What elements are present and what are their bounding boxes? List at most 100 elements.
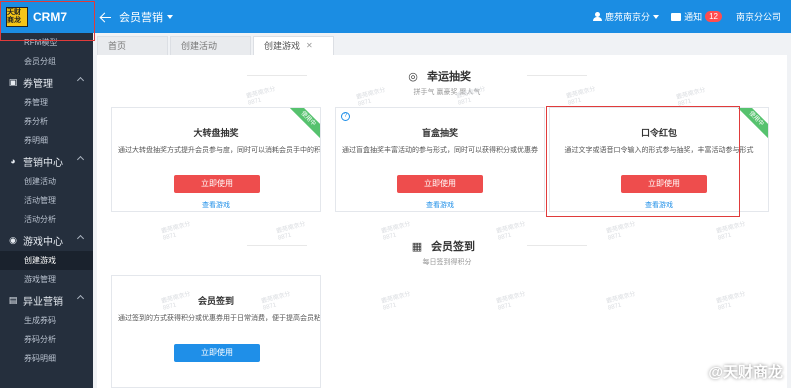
caret-down-icon [653,14,660,19]
divider [247,75,307,76]
divider [527,75,587,76]
section-title-sign-in: ▦ 会员签到 [411,238,475,254]
card-password-red-packet: 使用中 口令红包 通过文字或语音口令输入的形式参与抽奖，丰富活动参与形式 立即使… [549,107,769,212]
sidebar-item-generate-code[interactable]: 生成券码 [0,311,93,330]
sidebar-item-member-group[interactable]: 会员分组 [0,52,93,71]
tab-label: 创建游戏 [264,41,301,51]
sidebar-item-code-detail[interactable]: 券码明细 [0,349,93,368]
card-description: 通过文字或语音口令输入的形式参与抽奖，丰富活动参与形式 [564,147,754,154]
tab-label: 首页 [108,41,127,51]
sidebar-group-label: 券管理 [23,78,53,90]
notice-count-badge: 12 [705,11,722,22]
sidebar-group-cross-marketing[interactable]: ▤ 异业营销 [0,289,93,311]
company-name[interactable]: 南京分公司 [736,10,781,23]
use-now-button[interactable]: 立即使用 [397,175,483,193]
calendar-check-icon: ▦ [411,240,423,253]
card-description: 通过大转盘抽奖方式提升会员参与度，同时可以消耗会员手中的积分 [118,147,320,154]
notification-button[interactable]: 通知 12 [671,10,722,23]
sidebar-group-marketing[interactable]: ◕ 营销中心 [0,150,93,172]
caret-down-icon [167,14,173,19]
watermark: 鹿苑南京分 8871 [605,221,637,242]
brand-circle-icon [686,362,705,381]
user-icon [593,12,603,21]
watermark: 鹿苑南京分 8871 [715,291,747,312]
card-title: 盲盒抽奖 [421,128,458,138]
brand-logo-icon: 天财商龙 [6,6,28,27]
chevron-up-icon [76,155,85,164]
module-selector[interactable]: 会员营销 [119,9,173,25]
watermark: 鹿苑南京分 8871 [380,291,412,312]
card-wheel-draw: 使用中 大转盘抽奖 通过大转盘抽奖方式提升会员参与度，同时可以消耗会员手中的积分… [111,107,321,212]
section-title-text: 会员签到 [431,241,475,253]
corner-brand-text: @天财商龙 [708,364,783,381]
tab-home[interactable]: 首页 [97,36,168,55]
sidebar-item-code-analysis[interactable]: 券码分析 [0,330,93,349]
sidebar-item-create-game[interactable]: 创建游戏 [0,251,93,270]
card-blind-box-draw: ? 盲盒抽奖 通过盲盒抽奖丰富活动的参与形式，同时可以获得积分或优惠券 立即使用… [335,107,545,212]
view-game-link[interactable]: 查看游戏 [336,200,544,210]
coupon-icon: ▣ [8,76,18,87]
notice-label: 通知 [684,12,703,22]
card-title: 口令红包 [640,128,677,138]
view-game-link[interactable]: 查看游戏 [112,200,320,210]
gamepad-icon: ◉ [9,234,17,245]
app-name: CRM7 [33,9,68,24]
sidebar-item-coupon-analysis[interactable]: 券分析 [0,112,93,131]
divider [247,245,307,246]
use-now-button[interactable]: 立即使用 [174,344,260,362]
sidebar: 天财商龙 CRM7 RFM模型 会员分组 ▣ 券管理 券管理 券分析 券明细 ◕… [0,0,93,388]
sidebar-group-game[interactable]: ◉ 游戏中心 [0,229,93,251]
sidebar-item-activity-manage[interactable]: 活动管理 [0,191,93,210]
chevron-up-icon [76,234,85,243]
view-game-link[interactable]: 查看游戏 [550,200,768,210]
watermark: 鹿苑南京分 8871 [245,86,277,107]
sidebar-group-label: 营销中心 [23,157,63,169]
watermark: 鹿苑南京分 8871 [275,221,307,242]
sidebar-item-activity-analysis[interactable]: 活动分析 [0,210,93,229]
sidebar-item-coupon-detail[interactable]: 券明细 [0,131,93,150]
sidebar-group-coupon[interactable]: ▣ 券管理 [0,71,93,93]
section-title-text: 幸运抽奖 [427,71,471,83]
shop-icon: ▤ [8,294,18,305]
divider [527,245,587,246]
pie-chart-icon: ◕ [10,156,16,166]
tab-create-activity[interactable]: 创建活动 [170,36,251,55]
watermark: 鹿苑南京分 8871 [715,221,747,242]
watermark: 鹿苑南京分 8871 [160,221,192,242]
top-bar-right: 鹿苑南京分 通知 12 南京分公司 [593,10,781,23]
card-title: 大转盘抽奖 [193,128,239,138]
watermark: 鹿苑南京分 8871 [380,221,412,242]
chevron-up-icon [76,76,85,85]
tab-create-game[interactable]: 创建游戏 ✕ [253,36,334,55]
close-icon[interactable]: ✕ [306,37,313,55]
main-content: 首页 创建活动 创建游戏 ✕ ◎ 幸运抽奖 拼手气 赢豪奖 聚人气 使用中 大转… [93,33,791,388]
card-description: 通过签到的方式获得积分或优惠券用于日常消费，便于提高会员粘性 [118,315,320,322]
app-logo[interactable]: 天财商龙 CRM7 [0,0,93,33]
target-icon: ◎ [408,70,418,83]
use-now-button[interactable]: 立即使用 [174,175,260,193]
card-description: 通过盲盒抽奖丰富活动的参与形式，同时可以获得积分或优惠券 [342,147,538,154]
sidebar-item-create-activity[interactable]: 创建活动 [0,172,93,191]
tab-label: 创建活动 [181,41,218,51]
tab-bar: 首页 创建活动 创建游戏 ✕ [93,33,791,55]
use-now-button[interactable]: 立即使用 [621,175,707,193]
chevron-up-icon [76,294,85,303]
section-subtitle: 每日签到得积分 [422,259,472,266]
sidebar-group-label: 异业营销 [23,296,63,308]
watermark: 鹿苑南京分 8871 [565,86,597,107]
watermark: 鹿苑南京分 8871 [495,221,527,242]
module-label: 会员营销 [119,11,163,24]
corner-brand-watermark: @天财商龙 [686,361,783,382]
user-menu[interactable]: 鹿苑南京分 [593,10,660,23]
help-icon[interactable]: ? [341,112,350,121]
sidebar-item-game-manage[interactable]: 游戏管理 [0,270,93,289]
sidebar-item-rfm-model[interactable]: RFM模型 [0,33,93,52]
watermark: 鹿苑南京分 8871 [605,291,637,312]
sidebar-item-coupon-manage[interactable]: 券管理 [0,93,93,112]
user-name: 鹿苑南京分 [605,12,651,22]
game-panel: ◎ 幸运抽奖 拼手气 赢豪奖 聚人气 使用中 大转盘抽奖 通过大转盘抽奖方式提升… [97,55,787,388]
section-title-lucky-draw: ◎ 幸运抽奖 [407,68,471,84]
top-bar: 会员营销 鹿苑南京分 通知 12 南京分公司 [93,0,791,33]
back-arrow-icon[interactable] [96,8,114,26]
message-icon [671,12,682,21]
